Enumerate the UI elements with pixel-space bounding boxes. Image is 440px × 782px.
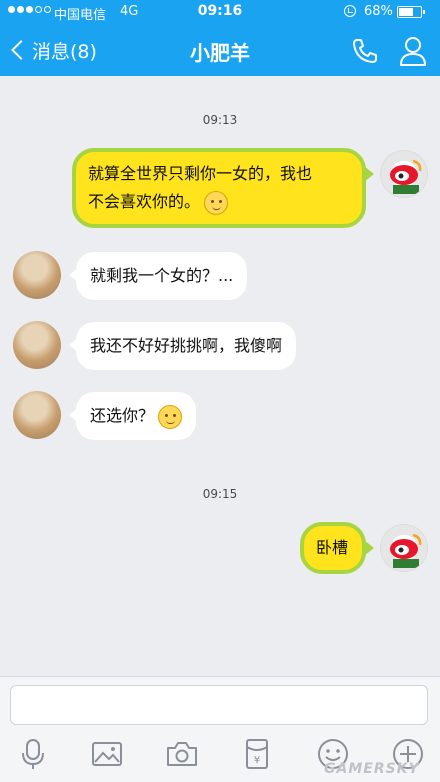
message-bubble-received[interactable]: 还选你？ bbox=[68, 392, 197, 440]
svg-text:¥: ¥ bbox=[254, 755, 260, 766]
battery-icon bbox=[397, 6, 425, 18]
battery-percentage: 68% bbox=[364, 4, 393, 19]
chat-header: 中国电信 4G 09:16 68% 消息(8) 小肥羊 bbox=[0, 0, 440, 76]
avatar[interactable] bbox=[380, 524, 428, 572]
message-bubble-received[interactable]: 我还不好好挑挑啊，我傻啊 bbox=[68, 322, 297, 370]
weibo-logo-icon bbox=[390, 159, 422, 194]
image-icon[interactable] bbox=[90, 737, 124, 771]
avatar[interactable] bbox=[13, 391, 61, 439]
svg-text:GAMERSKY: GAMERSKY bbox=[324, 761, 421, 777]
phone-icon[interactable] bbox=[350, 36, 380, 66]
rotation-lock-icon bbox=[344, 5, 356, 17]
camera-icon[interactable] bbox=[165, 737, 199, 771]
weibo-logo-icon bbox=[390, 533, 422, 568]
message-text: 就算全世界只剩你一女的，我也 bbox=[88, 164, 313, 183]
message-bubble-sent[interactable]: 卧槽 bbox=[300, 522, 374, 574]
message-timestamp: 09:13 bbox=[202, 113, 238, 127]
microphone-icon[interactable] bbox=[16, 737, 50, 771]
message-text: 卧槽 bbox=[316, 538, 349, 557]
message-text: 就剩我一个女的？... bbox=[90, 266, 234, 285]
chat-area[interactable]: 09:13 就算全世界只剩你一女的，我也 不会喜欢你的。 就剩我一个女的？...… bbox=[0, 76, 440, 676]
avatar[interactable] bbox=[380, 150, 428, 198]
message-text: 我还不好好挑挑啊，我傻啊 bbox=[90, 336, 283, 355]
message-input[interactable] bbox=[10, 685, 428, 725]
thinking-emoji-icon bbox=[204, 190, 229, 215]
red-packet-icon[interactable]: ¥ bbox=[240, 737, 274, 771]
avatar[interactable] bbox=[13, 321, 61, 369]
status-bar: 中国电信 4G 09:16 68% bbox=[0, 0, 440, 24]
message-text: 不会喜欢你的。 bbox=[88, 192, 201, 211]
watermark: GAMERSKY bbox=[324, 761, 421, 777]
profile-icon[interactable] bbox=[398, 35, 428, 67]
message-timestamp: 09:15 bbox=[202, 487, 238, 501]
avatar[interactable] bbox=[13, 251, 61, 299]
message-bubble-sent[interactable]: 就算全世界只剩你一女的，我也 不会喜欢你的。 bbox=[72, 148, 374, 228]
message-text: 还选你？ bbox=[90, 406, 155, 425]
message-bubble-received[interactable]: 就剩我一个女的？... bbox=[68, 252, 248, 300]
worried-emoji-icon bbox=[158, 404, 183, 429]
